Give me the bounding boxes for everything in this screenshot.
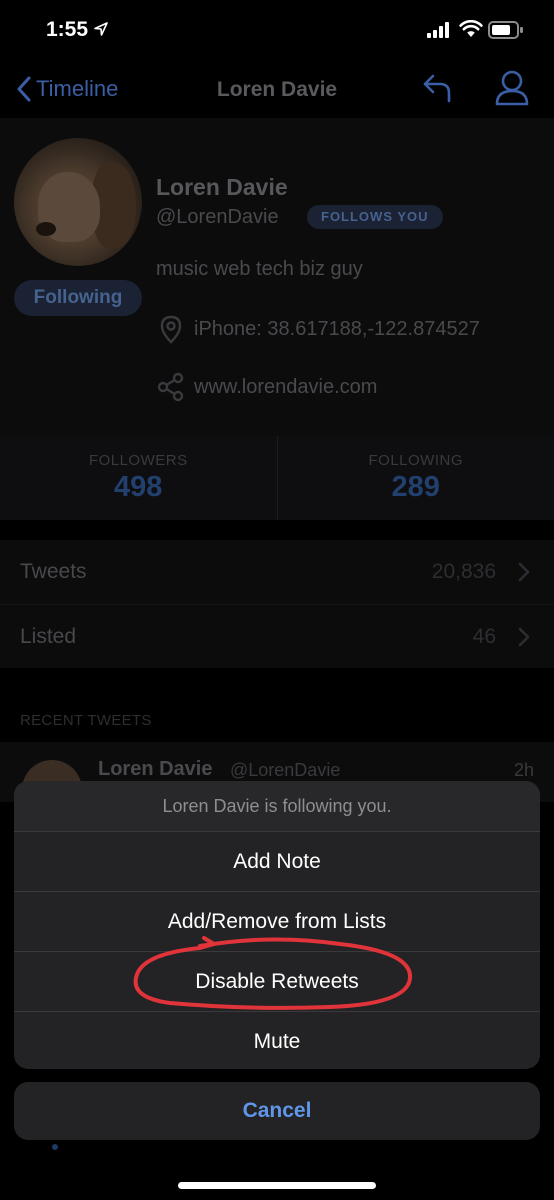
following-button[interactable]: Following (14, 280, 142, 316)
reply-icon[interactable] (420, 70, 454, 104)
wifi-icon (459, 20, 483, 37)
list-item-listed[interactable]: Listed 46 (0, 604, 554, 669)
following-count: 289 (391, 471, 440, 503)
mute-button[interactable]: Mute (14, 1011, 540, 1069)
tweet-author-name: Loren Davie (98, 758, 213, 780)
action-sheet-message: Loren Davie is following you. (14, 781, 540, 831)
back-button-label: Timeline (36, 76, 119, 101)
list-item-label: Tweets (20, 560, 87, 583)
avatar-nose (36, 222, 56, 236)
list-item-value: 46 (472, 625, 496, 648)
list-item-value: 20,836 (431, 560, 496, 583)
disable-retweets-button[interactable]: Disable Retweets (14, 951, 540, 1011)
tweet-author-handle: @LorenDavie (230, 760, 341, 780)
cancel-button[interactable]: Cancel (14, 1082, 540, 1140)
person-icon[interactable] (494, 69, 530, 107)
chevron-left-icon (17, 76, 31, 102)
action-sheet: Loren Davie is following you. Add Note A… (14, 781, 540, 1069)
recent-tweets-header: RECENT TWEETS (20, 712, 152, 729)
profile-location[interactable]: iPhone: 38.617188,-122.874527 (156, 314, 480, 344)
battery-icon (488, 21, 523, 39)
add-remove-lists-button[interactable]: Add/Remove from Lists (14, 891, 540, 951)
chevron-right-icon (518, 562, 530, 582)
website-text: www.lorendavie.com (194, 375, 378, 398)
profile-header: Following Loren Davie @LorenDavie FOLLOW… (0, 118, 554, 436)
status-time: 1:55 (46, 18, 89, 41)
navigation-bar: Timeline Loren Davie (0, 62, 554, 118)
profile-website[interactable]: www.lorendavie.com (156, 372, 377, 402)
add-note-button[interactable]: Add Note (14, 831, 540, 891)
followers-stat[interactable]: FOLLOWERS 498 (0, 436, 277, 520)
following-label: FOLLOWING (368, 452, 463, 469)
location-arrow-icon (94, 22, 108, 36)
profile-list: Tweets 20,836 Listed 46 (0, 540, 554, 668)
followers-label: FOLLOWERS (88, 452, 188, 469)
list-item-label: Listed (20, 625, 77, 648)
profile-bio: music web tech biz guy (156, 258, 363, 280)
back-button[interactable]: Timeline (16, 76, 118, 102)
cellular-signal-icon (427, 22, 449, 38)
list-item-tweets[interactable]: Tweets 20,836 (0, 540, 554, 604)
profile-name: Loren Davie (156, 174, 288, 200)
avatar (14, 138, 142, 266)
profile-handle: @LorenDavie (156, 206, 279, 228)
location-pin-icon (160, 315, 182, 344)
follows-you-badge: FOLLOWS YOU (307, 205, 443, 229)
tweet-timestamp: 2h (513, 760, 534, 780)
home-indicator[interactable] (178, 1182, 376, 1189)
chevron-right-icon (518, 627, 530, 647)
following-stat[interactable]: FOLLOWING 289 (276, 436, 554, 520)
page-indicator-dot (52, 1144, 58, 1150)
share-link-icon (157, 372, 184, 402)
status-bar: 1:55 (0, 0, 554, 60)
followers-count: 498 (114, 471, 163, 503)
profile-stats: FOLLOWERS 498 FOLLOWING 289 (0, 436, 554, 520)
location-text: iPhone: 38.617188,-122.874527 (194, 317, 480, 340)
